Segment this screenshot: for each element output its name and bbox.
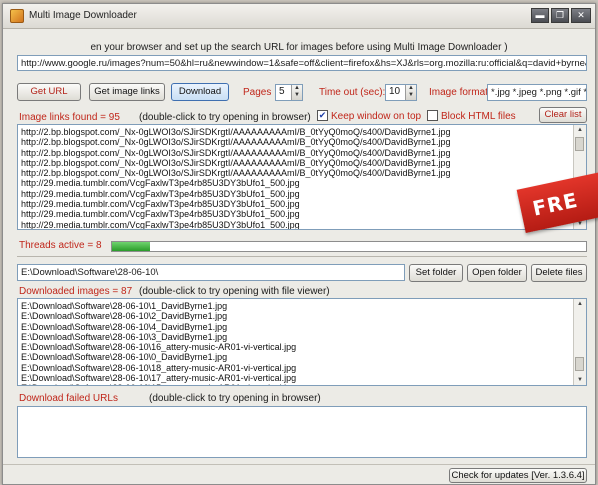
keep-on-top-checkbox[interactable]: ✔	[317, 110, 328, 121]
clear-list-button[interactable]: Clear list	[539, 107, 587, 123]
downloaded-count: Downloaded images = 87	[19, 286, 133, 297]
downloaded-scrollbar[interactable]: ▲ ▼	[573, 299, 586, 385]
image-links-rows: http://2.bp.blogspot.com/_Nx-0gLWOI3o/SJ…	[21, 127, 572, 229]
maximize-icon[interactable]: ❐	[551, 8, 569, 23]
list-item[interactable]: http://29.media.tumblr.com/VcgFaxlwT3pe4…	[21, 178, 572, 188]
scroll-up-icon[interactable]: ▲	[574, 125, 586, 135]
scroll-up-icon[interactable]: ▲	[574, 299, 586, 309]
divider	[17, 256, 587, 257]
list-item[interactable]: http://2.bp.blogspot.com/_Nx-0gLWOI3o/SJ…	[21, 168, 572, 178]
downloaded-hint: (double-click to try opening with file v…	[139, 286, 330, 297]
window-controls: ▬ ❐ ✕	[531, 8, 591, 23]
list-item[interactable]: http://29.media.tumblr.com/VcgFaxlwT3pe4…	[21, 220, 572, 229]
list-item[interactable]: E:\Download\Software\28-06-10\2_DavidByr…	[21, 311, 572, 321]
minimize-icon[interactable]: ▬	[531, 8, 549, 23]
stepper-arrows-icon[interactable]: ▲ ▼	[405, 85, 416, 100]
list-item[interactable]: E:\Download\Software\28-06-10\16_attery-…	[21, 342, 572, 352]
pages-stepper[interactable]: 5 ▲ ▼	[275, 84, 303, 101]
open-folder-button[interactable]: Open folder	[467, 264, 527, 282]
failed-urls-label: Download failed URLs	[19, 393, 118, 404]
download-button[interactable]: Download	[171, 83, 229, 101]
delete-files-button[interactable]: Delete files	[531, 264, 587, 282]
image-links-count: Image links found = 95	[19, 112, 120, 123]
threads-active-label: Threads active = 8	[19, 240, 102, 251]
list-item[interactable]: E:\Download\Software\28-06-10\15_attery-…	[21, 383, 572, 385]
block-html-label: Block HTML files	[441, 111, 516, 122]
list-item[interactable]: http://2.bp.blogspot.com/_Nx-0gLWOI3o/SJ…	[21, 148, 572, 158]
scroll-thumb[interactable]	[575, 137, 584, 151]
list-item[interactable]: E:\Download\Software\28-06-10\3_DavidByr…	[21, 332, 572, 342]
download-progress-bar	[111, 241, 587, 252]
stepper-arrows-icon[interactable]: ▲ ▼	[291, 85, 302, 100]
list-item[interactable]: http://2.bp.blogspot.com/_Nx-0gLWOI3o/SJ…	[21, 137, 572, 147]
image-links-hint: (double-click to try opening in browser)	[139, 112, 311, 123]
title-bar[interactable]: Multi Image Downloader ▬ ❐ ✕	[3, 4, 595, 29]
list-item[interactable]: E:\Download\Software\28-06-10\17_attery-…	[21, 373, 572, 383]
downloaded-rows: E:\Download\Software\28-06-10\1_DavidByr…	[21, 301, 572, 385]
check-updates-button[interactable]: Check for updates [Ver. 1.3.6.4]	[449, 468, 587, 483]
scroll-down-icon[interactable]: ▼	[574, 375, 586, 385]
get-url-button[interactable]: Get URL	[17, 83, 81, 101]
block-html-checkbox[interactable]	[427, 110, 438, 121]
list-item[interactable]: http://29.media.tumblr.com/VcgFaxlwT3pe4…	[21, 189, 572, 199]
get-image-links-button[interactable]: Get image links	[89, 83, 165, 101]
list-item[interactable]: http://29.media.tumblr.com/VcgFaxlwT3pe4…	[21, 199, 572, 209]
failed-urls-list[interactable]	[17, 406, 587, 458]
list-item[interactable]: E:\Download\Software\28-06-10\1_DavidByr…	[21, 301, 572, 311]
keep-on-top-label: Keep window on top	[331, 111, 422, 122]
list-item[interactable]: E:\Download\Software\28-06-10\18_attery-…	[21, 363, 572, 373]
scroll-thumb[interactable]	[575, 357, 584, 371]
app-window: Multi Image Downloader ▬ ❐ ✕ en your bro…	[2, 3, 596, 485]
image-formats-field[interactable]: *.jpg *.jpeg *.png *.gif *.bm	[487, 84, 587, 101]
set-folder-button[interactable]: Set folder	[409, 264, 463, 282]
timeout-value: 10	[389, 86, 401, 97]
list-item[interactable]: http://2.bp.blogspot.com/_Nx-0gLWOI3o/SJ…	[21, 127, 572, 137]
pages-value: 5	[279, 86, 285, 97]
timeout-stepper[interactable]: 10 ▲ ▼	[385, 84, 417, 101]
image-links-list[interactable]: http://2.bp.blogspot.com/_Nx-0gLWOI3o/SJ…	[17, 124, 587, 230]
timeout-label: Time out (sec):	[319, 87, 386, 98]
list-item[interactable]: E:\Download\Software\28-06-10\0_DavidByr…	[21, 352, 572, 362]
search-url-field[interactable]: http://www.google.ru/images?num=50&hl=ru…	[17, 55, 587, 71]
failed-urls-hint: (double-click to try opening in browser)	[149, 393, 321, 404]
image-formats-label: Image formats	[429, 87, 493, 98]
list-item[interactable]: http://2.bp.blogspot.com/_Nx-0gLWOI3o/SJ…	[21, 158, 572, 168]
window-title: Multi Image Downloader	[29, 10, 137, 21]
setup-hint: en your browser and set up the search UR…	[90, 42, 508, 53]
folder-path-field[interactable]: E:\Download\Software\28-06-10\	[17, 264, 405, 281]
close-icon[interactable]: ✕	[571, 8, 591, 23]
progress-fill	[112, 242, 150, 251]
downloaded-images-list[interactable]: E:\Download\Software\28-06-10\1_DavidByr…	[17, 298, 587, 386]
pages-label: Pages	[243, 87, 272, 98]
list-item[interactable]: http://29.media.tumblr.com/VcgFaxlwT3pe4…	[21, 209, 572, 219]
list-item[interactable]: E:\Download\Software\28-06-10\4_DavidByr…	[21, 322, 572, 332]
app-icon	[10, 9, 24, 23]
